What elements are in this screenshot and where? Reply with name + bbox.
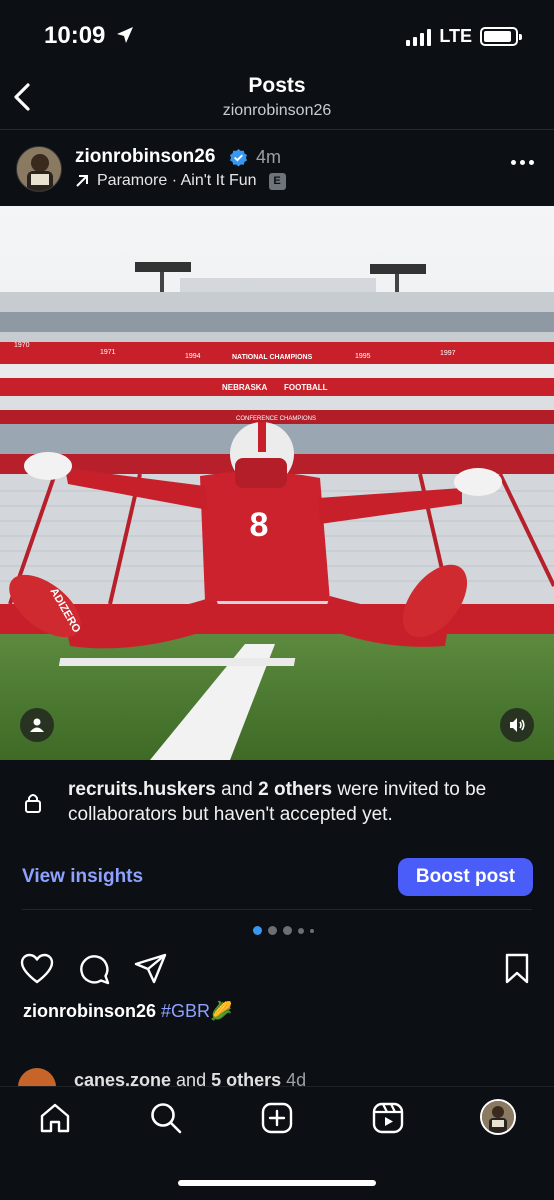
collab-user-link[interactable]: recruits.huskers xyxy=(68,779,216,800)
banner-text: CONFERENCE CHAMPIONS xyxy=(236,416,316,422)
post-username[interactable]: zionrobinson26 xyxy=(75,146,215,168)
location-arrow-icon xyxy=(116,26,134,49)
page-subtitle[interactable]: zionrobinson26 xyxy=(0,102,554,120)
caption-emoji: 🌽 xyxy=(210,1001,233,1021)
battery-icon xyxy=(480,27,522,46)
banner-text: 1997 xyxy=(440,350,456,357)
signal-icon xyxy=(406,28,432,46)
avatar[interactable] xyxy=(16,146,62,192)
home-icon[interactable] xyxy=(38,1101,72,1135)
banner-text: 1995 xyxy=(355,353,371,360)
jersey-number: 8 xyxy=(250,506,269,544)
music-label: Paramore · Ain't It Fun xyxy=(97,172,257,189)
lock-icon xyxy=(24,792,42,819)
post-time: 4m xyxy=(256,147,282,167)
banner-text: FOOTBALL xyxy=(284,383,328,392)
person-icon xyxy=(30,718,44,732)
posts-header: Posts zionrobinson26 xyxy=(0,70,554,130)
explicit-badge: E xyxy=(268,172,286,190)
sound-toggle-button[interactable] xyxy=(500,708,534,742)
avatar[interactable] xyxy=(18,1068,56,1086)
bookmark-icon[interactable] xyxy=(504,953,530,990)
banner-text: NEBRASKA xyxy=(222,383,268,392)
create-post-icon[interactable] xyxy=(260,1101,294,1135)
speaker-icon xyxy=(510,718,525,732)
comment-icon[interactable] xyxy=(78,953,110,990)
carousel-dot xyxy=(282,926,292,935)
banner-text: 1971 xyxy=(100,349,116,356)
view-insights-link[interactable]: View insights xyxy=(22,866,143,888)
carousel-dot xyxy=(309,928,314,933)
home-indicator xyxy=(178,1180,376,1186)
banner-text: NATIONAL CHAMPIONS xyxy=(232,354,313,361)
verified-badge-icon xyxy=(229,148,248,172)
more-options-icon[interactable] xyxy=(511,160,534,165)
carousel-dot xyxy=(267,926,277,935)
boost-post-button[interactable]: Boost post xyxy=(398,858,533,896)
status-indicators: LTE xyxy=(406,26,522,47)
next-post-collab[interactable]: canes.zone and 5 others 4d xyxy=(74,1070,306,1086)
post-header: zionrobinson26 4m Paramore · Ain't It Fu… xyxy=(0,130,554,206)
music-row[interactable]: Paramore · Ain't It Fun E xyxy=(75,172,286,190)
next-post-header: canes.zone and 5 others 4d xyxy=(0,1064,554,1086)
post-photo[interactable]: 1970 1971 1994 NATIONAL CHAMPIONS 1995 1… xyxy=(0,206,554,760)
status-time: 10:09 xyxy=(44,22,106,49)
status-bar: 10:09 LTE xyxy=(0,0,554,70)
collaborator-text: recruits.huskers and 2 others were invit… xyxy=(68,779,487,825)
profile-avatar[interactable] xyxy=(480,1099,516,1135)
search-icon[interactable] xyxy=(149,1101,183,1135)
network-type: LTE xyxy=(439,26,472,46)
collab-others-link[interactable]: 2 others xyxy=(258,779,332,800)
carousel-dot xyxy=(297,927,304,934)
post-caption: zionrobinson26 #GBR🌽 xyxy=(23,1001,232,1022)
post-actions xyxy=(0,950,554,990)
arrow-up-right-icon xyxy=(76,175,88,187)
next-post-time: 4d xyxy=(286,1070,307,1086)
caption-hashtag[interactable]: #GBR xyxy=(161,1001,210,1021)
banner-text: 1970 xyxy=(14,342,30,349)
carousel-indicator xyxy=(0,926,554,935)
banner-text: 1994 xyxy=(185,353,201,360)
tagged-users-button[interactable] xyxy=(20,708,54,742)
divider xyxy=(22,909,532,910)
reels-icon[interactable] xyxy=(371,1101,405,1135)
collaborator-notice: recruits.huskers and 2 others were invit… xyxy=(0,760,554,840)
share-send-icon[interactable] xyxy=(134,953,168,990)
page-title: Posts xyxy=(248,74,306,97)
carousel-dot xyxy=(252,926,262,935)
caption-username[interactable]: zionrobinson26 xyxy=(23,1001,156,1021)
insights-row: View insights Boost post xyxy=(0,840,554,910)
like-heart-icon[interactable] xyxy=(20,953,54,990)
